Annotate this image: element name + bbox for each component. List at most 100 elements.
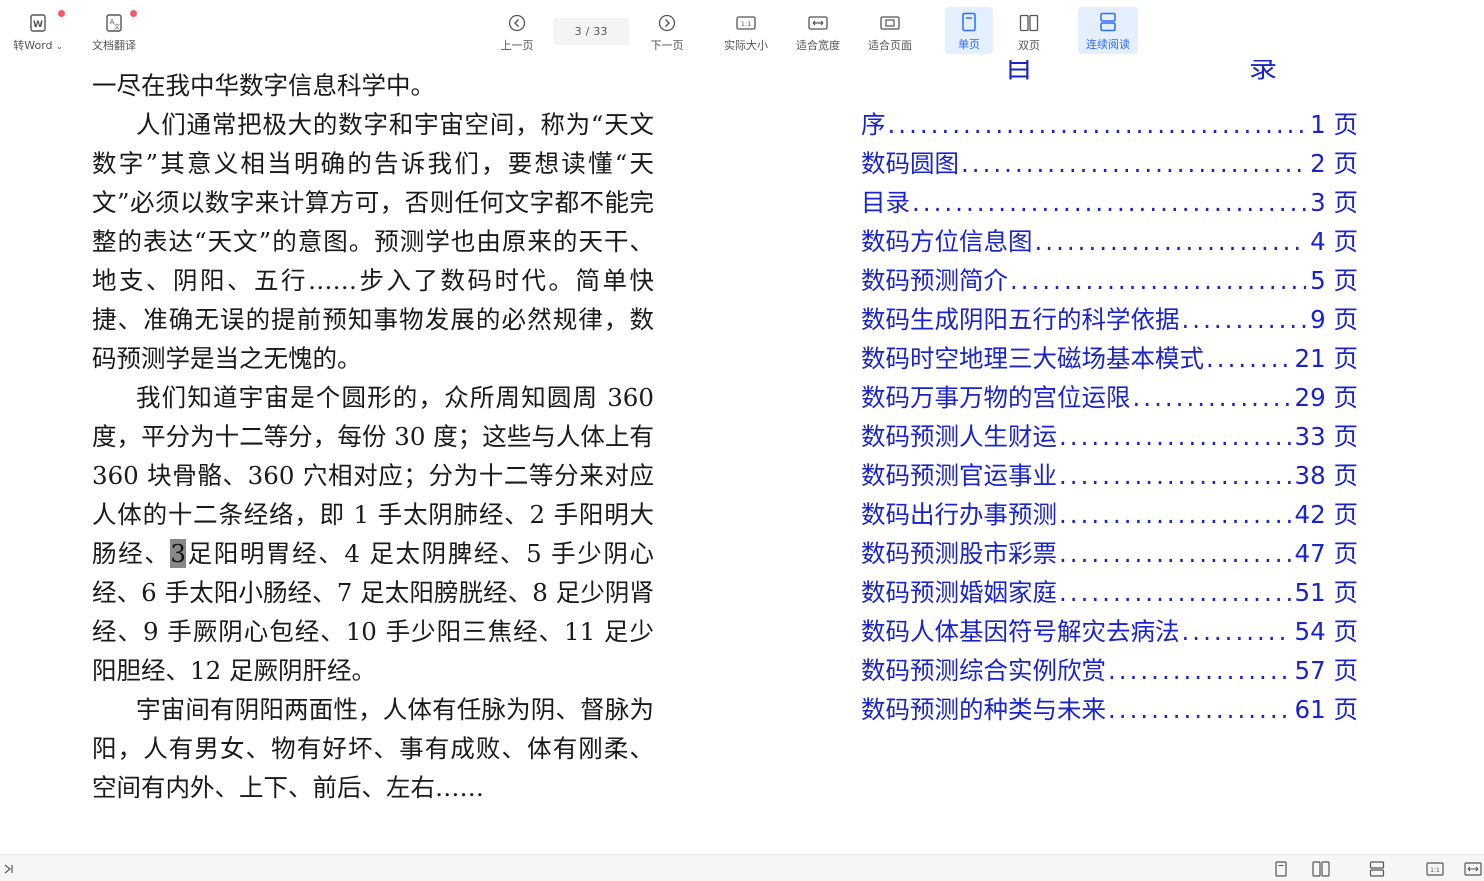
current-page: 3 <box>574 25 582 38</box>
svg-text:W: W <box>33 20 43 30</box>
toc-entry-title: 数码生成阴阳五行的科学依据 <box>861 305 1180 334</box>
toc-entry-page: 29 页 <box>1294 383 1358 412</box>
prev-page-button[interactable]: 上一页 <box>496 8 538 54</box>
to-word-label: 转Word <box>13 39 53 52</box>
toc-leader-dots: ........................................… <box>1059 422 1291 451</box>
toc-title-left: 目 <box>1005 60 1034 84</box>
single-page-label: 单页 <box>958 38 980 51</box>
toc-leader-dots: ........................................… <box>1059 539 1291 568</box>
toolbar: W 转Word ⌄ A文 文档翻译 上一页 3 / 33 下一页 1:1 实际大… <box>0 0 1484 60</box>
double-page-label: 双页 <box>1018 39 1040 52</box>
svg-text:1:1: 1:1 <box>1430 867 1440 874</box>
toc-entry[interactable]: 数码生成阴阳五行的科学依据...........................… <box>861 301 1358 340</box>
paragraph: 人们通常把极大的数字和宇宙空间，称为“天文数字”其意义相当明确的告诉我们，要想读… <box>92 110 654 373</box>
toc-entry[interactable]: 数码出行办事预测................................… <box>861 496 1358 535</box>
toc-entry[interactable]: 数码圆图....................................… <box>861 145 1358 184</box>
toc-leader-dots: ........................................… <box>1108 695 1291 724</box>
toc-entry[interactable]: 数码预测婚姻家庭................................… <box>861 574 1358 613</box>
to-word-button[interactable]: W 转Word ⌄ <box>6 8 70 54</box>
toc-leader-dots: ........................................… <box>1206 344 1291 373</box>
actual-size-button[interactable]: 1:1 实际大小 <box>718 8 774 54</box>
continuous-reading-button[interactable]: 连续阅读 <box>1078 7 1138 54</box>
notification-dot <box>58 10 65 17</box>
translate-button[interactable]: A文 文档翻译 <box>86 8 142 54</box>
translate-icon: A文 <box>103 12 125 34</box>
expand-panel-icon[interactable] <box>0 860 18 878</box>
toc-entry-title: 数码万事万物的宫位运限 <box>861 383 1131 412</box>
toc-entry-page: 2 页 <box>1310 149 1358 178</box>
actual-size-label: 实际大小 <box>724 39 768 52</box>
toc-leader-dots: ........................................… <box>1132 383 1291 412</box>
toc-entry-page: 57 页 <box>1294 656 1358 685</box>
svg-text:文: 文 <box>114 23 120 31</box>
toc-entry-title: 数码预测婚姻家庭 <box>861 578 1057 607</box>
toc-entry-page: 1 页 <box>1310 110 1358 139</box>
status-bar: 1:1 <box>0 854 1484 881</box>
continuous-reading-icon[interactable] <box>1368 860 1386 878</box>
double-page-icon[interactable] <box>1312 860 1330 878</box>
toc-entry-title: 数码时空地理三大磁场基本模式 <box>861 344 1204 373</box>
toc-leader-dots: ........................................… <box>1181 617 1291 646</box>
toc-entry-page: 47 页 <box>1294 539 1358 568</box>
word-icon: W <box>27 12 49 34</box>
double-page-icon <box>1018 12 1040 34</box>
toc-entry-title: 目录 <box>861 188 910 217</box>
continuous-reading-label: 连续阅读 <box>1086 38 1130 51</box>
toc-entry-page: 9 页 <box>1310 305 1358 334</box>
toc-entry-page: 5 页 <box>1310 266 1358 295</box>
single-page-button[interactable]: 单页 <box>945 7 993 54</box>
toc-leader-dots: ........................................… <box>887 110 1307 139</box>
toc-entry[interactable]: 数码预测股市彩票................................… <box>861 535 1358 574</box>
toc-entry-title: 数码方位信息图 <box>861 227 1033 256</box>
single-page-icon <box>958 11 980 33</box>
toc-entry-title: 数码出行办事预测 <box>861 500 1057 529</box>
chevron-down-icon: ⌄ <box>56 42 63 51</box>
paragraph: 一尽在我中华数字信息科学中。 <box>92 71 435 100</box>
toc-leader-dots: ........................................… <box>1108 656 1291 685</box>
toc-entry-title: 数码预测人生财运 <box>861 422 1057 451</box>
toc-leader-dots: ........................................… <box>1181 305 1307 334</box>
toc-entry[interactable]: 数码预测简介..................................… <box>861 262 1358 301</box>
toc-entry-title: 数码预测综合实例欣赏 <box>861 656 1106 685</box>
toc-entry[interactable]: 数码预测综合实例欣赏..............................… <box>861 652 1358 691</box>
fit-width-button[interactable]: 适合宽度 <box>790 8 846 54</box>
toc-entry-title: 序 <box>861 110 886 139</box>
paragraph: 我们知道宇宙是个圆形的，众所周知圆周 360 度，平分为十二等分，每份 30 度… <box>92 378 654 690</box>
table-of-contents: 序.......................................… <box>861 106 1358 730</box>
toc-leader-dots: ........................................… <box>1059 500 1291 529</box>
chevron-right-icon <box>656 12 678 34</box>
fit-width-icon[interactable] <box>1464 860 1482 878</box>
toc-entry-page: 21 页 <box>1294 344 1358 373</box>
toc-leader-dots: ........................................… <box>1034 227 1307 256</box>
page-number-input[interactable]: 3 / 33 <box>553 18 629 45</box>
toc-leader-dots: ........................................… <box>912 188 1307 217</box>
next-page-label: 下一页 <box>650 39 684 52</box>
notification-dot <box>130 10 137 17</box>
toc-entry[interactable]: 目录......................................… <box>861 184 1358 223</box>
single-page-icon[interactable] <box>1272 860 1290 878</box>
toc-entry[interactable]: 数码时空地理三大磁场基本模式..........................… <box>861 340 1358 379</box>
toc-entry[interactable]: 数码预测人生财运................................… <box>861 418 1358 457</box>
toc-entry[interactable]: 数码预测官运事业................................… <box>861 457 1358 496</box>
total-pages: 33 <box>593 25 608 38</box>
fit-page-button[interactable]: 适合页面 <box>862 8 918 54</box>
toc-entry[interactable]: 数码人体基因符号解灾去病法...........................… <box>861 613 1358 652</box>
next-page-button[interactable]: 下一页 <box>646 8 688 54</box>
toc-entry-title: 数码预测官运事业 <box>861 461 1057 490</box>
toc-entry[interactable]: 数码万事万物的宫位运限.............................… <box>861 379 1358 418</box>
document-viewport[interactable]: 一尽在我中华数字信息科学中。 人们通常把极大的数字和宇宙空间，称为“天文数字”其… <box>0 60 1484 854</box>
continuous-reading-icon <box>1097 11 1119 33</box>
page-separator: / <box>585 25 590 38</box>
toc-entry-title: 数码预测股市彩票 <box>861 539 1057 568</box>
toc-entry[interactable]: 序.......................................… <box>861 106 1358 145</box>
toc-leader-dots: ........................................… <box>1059 461 1291 490</box>
toc-entry[interactable]: 数码预测的种类与未来..............................… <box>861 691 1358 730</box>
fit-page-label: 适合页面 <box>868 39 912 52</box>
double-page-button[interactable]: 双页 <box>1008 8 1050 54</box>
toc-leader-dots: ........................................… <box>1059 578 1291 607</box>
actual-size-icon[interactable]: 1:1 <box>1426 860 1444 878</box>
toc-entry-title: 数码圆图 <box>861 149 959 178</box>
fit-width-icon <box>807 12 829 34</box>
toc-entry[interactable]: 数码方位信息图.................................… <box>861 223 1358 262</box>
actual-size-icon: 1:1 <box>735 12 757 34</box>
